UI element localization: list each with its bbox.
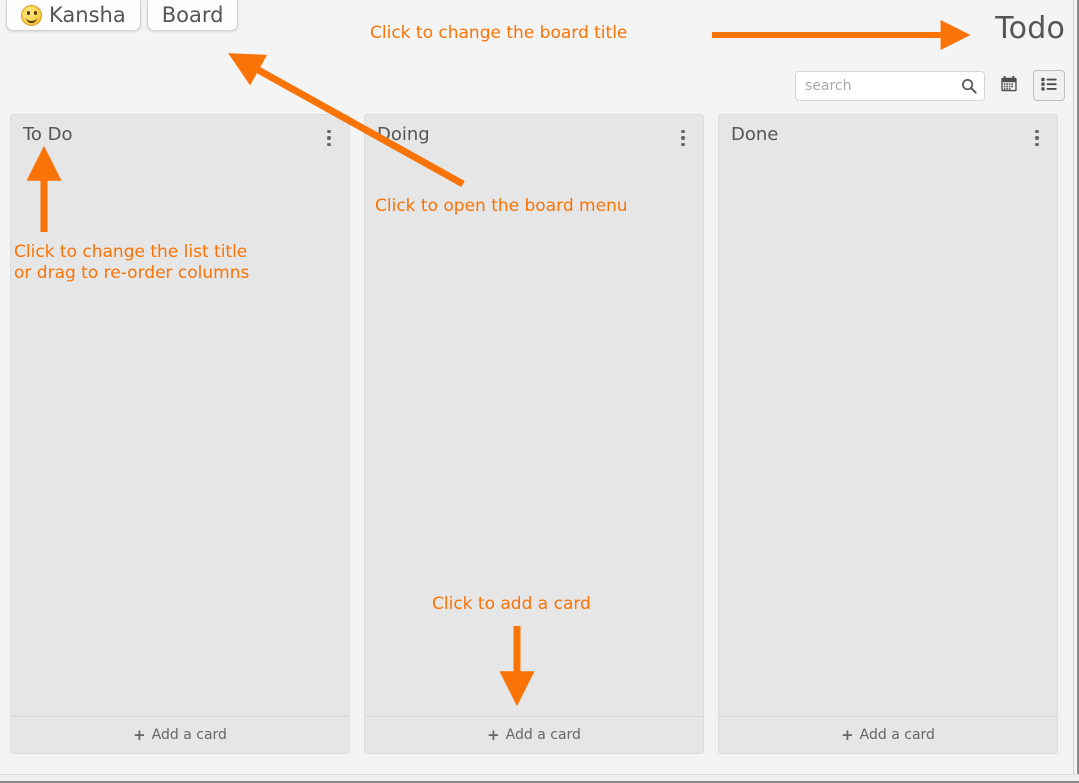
list-cards-area[interactable]: [719, 155, 1057, 716]
list-title[interactable]: To Do: [23, 125, 73, 145]
kebab-menu-icon[interactable]: [321, 127, 337, 149]
board-columns: To Do + Add a card Doing + Add a card Do…: [10, 114, 1069, 754]
add-card-label: Add a card: [859, 727, 935, 743]
add-card-label: Add a card: [151, 727, 227, 743]
tab-kansha[interactable]: Kansha: [6, 0, 141, 31]
list-title[interactable]: Doing: [377, 125, 430, 145]
smiley-icon: [21, 4, 42, 26]
list-cards-area[interactable]: [365, 155, 703, 716]
search-icon[interactable]: [961, 78, 977, 94]
kebab-menu-icon[interactable]: [1029, 127, 1045, 149]
plus-icon: +: [133, 725, 146, 744]
plus-icon: +: [487, 725, 500, 744]
add-card-button[interactable]: + Add a card: [719, 716, 1057, 753]
search-box[interactable]: [795, 70, 985, 101]
add-card-button[interactable]: + Add a card: [365, 716, 703, 753]
calendar-view-button[interactable]: [993, 70, 1025, 101]
kebab-menu-icon[interactable]: [675, 127, 691, 149]
horizontal-scrollbar[interactable]: [0, 774, 1079, 783]
search-input[interactable]: [796, 71, 984, 100]
list-title[interactable]: Done: [731, 125, 778, 145]
calendar-icon: [1000, 75, 1018, 97]
list-view-icon: [1040, 75, 1058, 97]
add-card-label: Add a card: [505, 727, 581, 743]
tab-kansha-label: Kansha: [49, 2, 126, 27]
tab-board[interactable]: Board: [146, 0, 239, 31]
tab-bar: Kansha Board: [0, 0, 239, 36]
annotation-board-title: Click to change the board title: [370, 23, 628, 43]
board-toolbar: [795, 70, 1065, 101]
list-cards-area[interactable]: [11, 155, 349, 716]
tab-board-label: Board: [161, 2, 224, 27]
list-header: Doing: [365, 115, 703, 155]
add-card-button[interactable]: + Add a card: [11, 716, 349, 753]
plus-icon: +: [841, 725, 854, 744]
window-right-border: [1073, 0, 1079, 783]
list-column-doing[interactable]: Doing + Add a card: [364, 114, 704, 754]
kansha-board-page: Kansha Board Todo search To Do + Add a c…: [0, 0, 1079, 783]
list-column-done[interactable]: Done + Add a card: [718, 114, 1058, 754]
list-view-button[interactable]: [1033, 70, 1065, 101]
list-column-todo[interactable]: To Do + Add a card: [10, 114, 350, 754]
board-title[interactable]: Todo: [995, 14, 1065, 44]
list-header: To Do: [11, 115, 349, 155]
list-header: Done: [719, 115, 1057, 155]
